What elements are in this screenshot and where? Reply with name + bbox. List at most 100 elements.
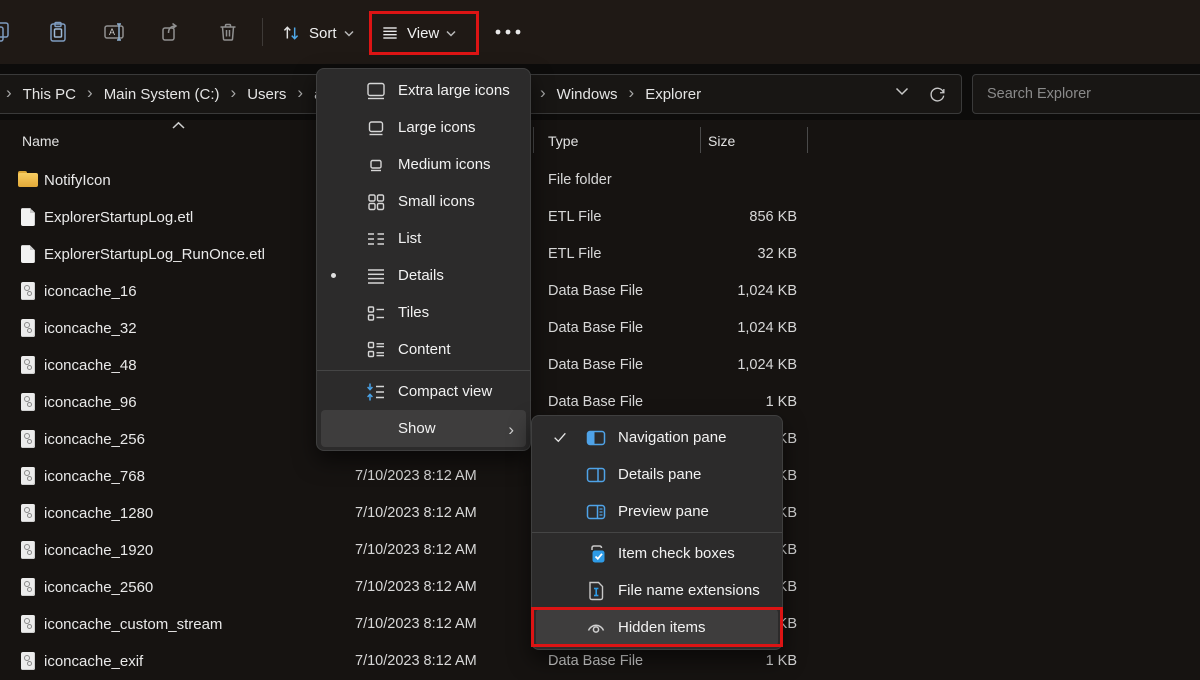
menu-item-label: Medium icons	[398, 156, 491, 173]
checkmark-icon	[552, 429, 568, 445]
breadcrumb-this-pc[interactable]: This PC	[19, 84, 80, 105]
file-name: iconcache_96	[44, 384, 137, 421]
large-icons-icon	[364, 116, 388, 140]
submenu-item-item-check-boxes[interactable]: Item check boxes	[536, 535, 778, 572]
chevron-right-icon: ›	[508, 420, 514, 440]
chevron-down-icon	[344, 30, 354, 37]
menu-item-label: Content	[398, 341, 451, 358]
share-icon[interactable]	[159, 20, 183, 44]
item-check-boxes-icon	[584, 542, 608, 566]
table-row[interactable]: NotifyIcon File folder	[0, 162, 1200, 199]
menu-item-small-icons[interactable]: Small icons	[321, 183, 526, 220]
submenu-item-file-name-extensions[interactable]: File name extensions	[536, 572, 778, 609]
refresh-icon[interactable]	[928, 85, 947, 104]
file-name: iconcache_16	[44, 273, 137, 310]
menu-item-content[interactable]: Content	[321, 331, 526, 368]
file-type: Data Base File	[548, 273, 643, 310]
table-row[interactable]: iconcache_48 Data Base File 1,024 KB	[0, 347, 1200, 384]
file-date: 7/10/2023 8:12 AM	[355, 495, 477, 532]
menu-item-label: Tiles	[398, 304, 429, 321]
database-file-icon	[18, 467, 38, 486]
sort-label: Sort	[309, 25, 337, 42]
file-date: 7/10/2023 8:12 AM	[355, 569, 477, 606]
menu-item-show[interactable]: Show ›	[321, 410, 526, 447]
file-name: iconcache_48	[44, 347, 137, 384]
column-divider[interactable]	[700, 127, 701, 153]
toolbar: A Sort	[0, 0, 1200, 64]
database-file-icon	[18, 504, 38, 523]
menu-item-large-icons[interactable]: Large icons	[321, 109, 526, 146]
database-file-icon	[18, 652, 38, 671]
table-row[interactable]: ExplorerStartupLog.etl ETL File 856 KB	[0, 199, 1200, 236]
database-file-icon	[18, 356, 38, 375]
file-type: Data Base File	[548, 347, 643, 384]
view-menu: Extra large icons Large icons Medium ico…	[316, 68, 531, 451]
search-input[interactable]	[973, 75, 1200, 113]
file-date: 7/10/2023 8:12 AM	[355, 606, 477, 643]
column-divider[interactable]	[533, 127, 534, 153]
menu-separator	[532, 532, 782, 533]
submenu-item-preview-pane[interactable]: Preview pane	[536, 493, 778, 530]
file-date: 7/10/2023 8:12 AM	[355, 643, 477, 680]
file-date: 7/10/2023 8:12 AM	[355, 532, 477, 569]
content-icon	[364, 338, 388, 362]
file-name: ExplorerStartupLog_RunOnce.etl	[44, 236, 265, 273]
document-icon	[18, 208, 38, 227]
paste-icon[interactable]	[46, 20, 70, 44]
copy-icon[interactable]	[0, 20, 12, 44]
chevron-right-icon: ›	[290, 83, 310, 105]
database-file-icon	[18, 430, 38, 449]
file-type: ETL File	[548, 236, 601, 273]
breadcrumb-drive[interactable]: Main System (C:)	[100, 84, 224, 105]
menu-item-label: Show	[398, 420, 436, 437]
chevron-right-icon: ›	[533, 83, 553, 105]
breadcrumb-explorer[interactable]: Explorer	[641, 84, 705, 105]
breadcrumb-users[interactable]: Users	[243, 84, 290, 105]
compact-view-icon	[364, 380, 388, 404]
submenu-item-navigation-pane[interactable]: Navigation pane	[536, 419, 778, 456]
table-row[interactable]: iconcache_16 Data Base File 1,024 KB	[0, 273, 1200, 310]
file-name: iconcache_custom_stream	[44, 606, 222, 643]
column-header-name[interactable]: Name	[22, 125, 59, 157]
list-icon	[364, 227, 388, 251]
address-dropdown-icon[interactable]	[895, 87, 909, 96]
menu-item-extra-large-icons[interactable]: Extra large icons	[321, 72, 526, 109]
menu-item-list[interactable]: List	[321, 220, 526, 257]
menu-item-compact-view[interactable]: Compact view	[321, 373, 526, 410]
details-icon	[364, 264, 388, 288]
selected-bullet	[331, 273, 336, 278]
submenu-item-details-pane[interactable]: Details pane	[536, 456, 778, 493]
menu-item-details[interactable]: Details	[321, 257, 526, 294]
delete-icon[interactable]	[216, 20, 240, 44]
file-type: ETL File	[548, 199, 601, 236]
file-name: iconcache_2560	[44, 569, 153, 606]
search-box[interactable]	[972, 74, 1200, 114]
menu-item-label: Extra large icons	[398, 82, 510, 99]
menu-item-tiles[interactable]: Tiles	[321, 294, 526, 331]
database-file-icon	[18, 615, 38, 634]
sort-ascending-icon	[171, 121, 186, 130]
file-size: 1,024 KB	[690, 273, 797, 310]
document-icon	[18, 245, 38, 264]
menu-item-label: Compact view	[398, 383, 492, 400]
folder-icon	[18, 171, 38, 190]
file-type: File folder	[548, 162, 612, 199]
column-header-size[interactable]: Size	[708, 125, 735, 157]
column-header-type[interactable]: Type	[548, 125, 578, 157]
menu-item-label: Small icons	[398, 193, 475, 210]
breadcrumb-windows[interactable]: Windows	[553, 84, 622, 105]
table-row[interactable]: iconcache_32 Data Base File 1,024 KB	[0, 310, 1200, 347]
database-file-icon	[18, 319, 38, 338]
breadcrumb-tail: › Windows › Explorer	[533, 75, 705, 113]
chevron-right-icon: ›	[622, 83, 642, 105]
file-name: iconcache_1280	[44, 495, 153, 532]
column-divider[interactable]	[807, 127, 808, 153]
file-name: iconcache_32	[44, 310, 137, 347]
sort-button[interactable]: Sort	[272, 12, 362, 54]
table-row[interactable]: ExplorerStartupLog_RunOnce.etl ETL File …	[0, 236, 1200, 273]
details-pane-icon	[584, 463, 608, 487]
rename-icon[interactable]: A	[102, 20, 126, 44]
file-size: 32 KB	[690, 236, 797, 273]
menu-item-medium-icons[interactable]: Medium icons	[321, 146, 526, 183]
more-options-icon[interactable]	[495, 29, 521, 35]
